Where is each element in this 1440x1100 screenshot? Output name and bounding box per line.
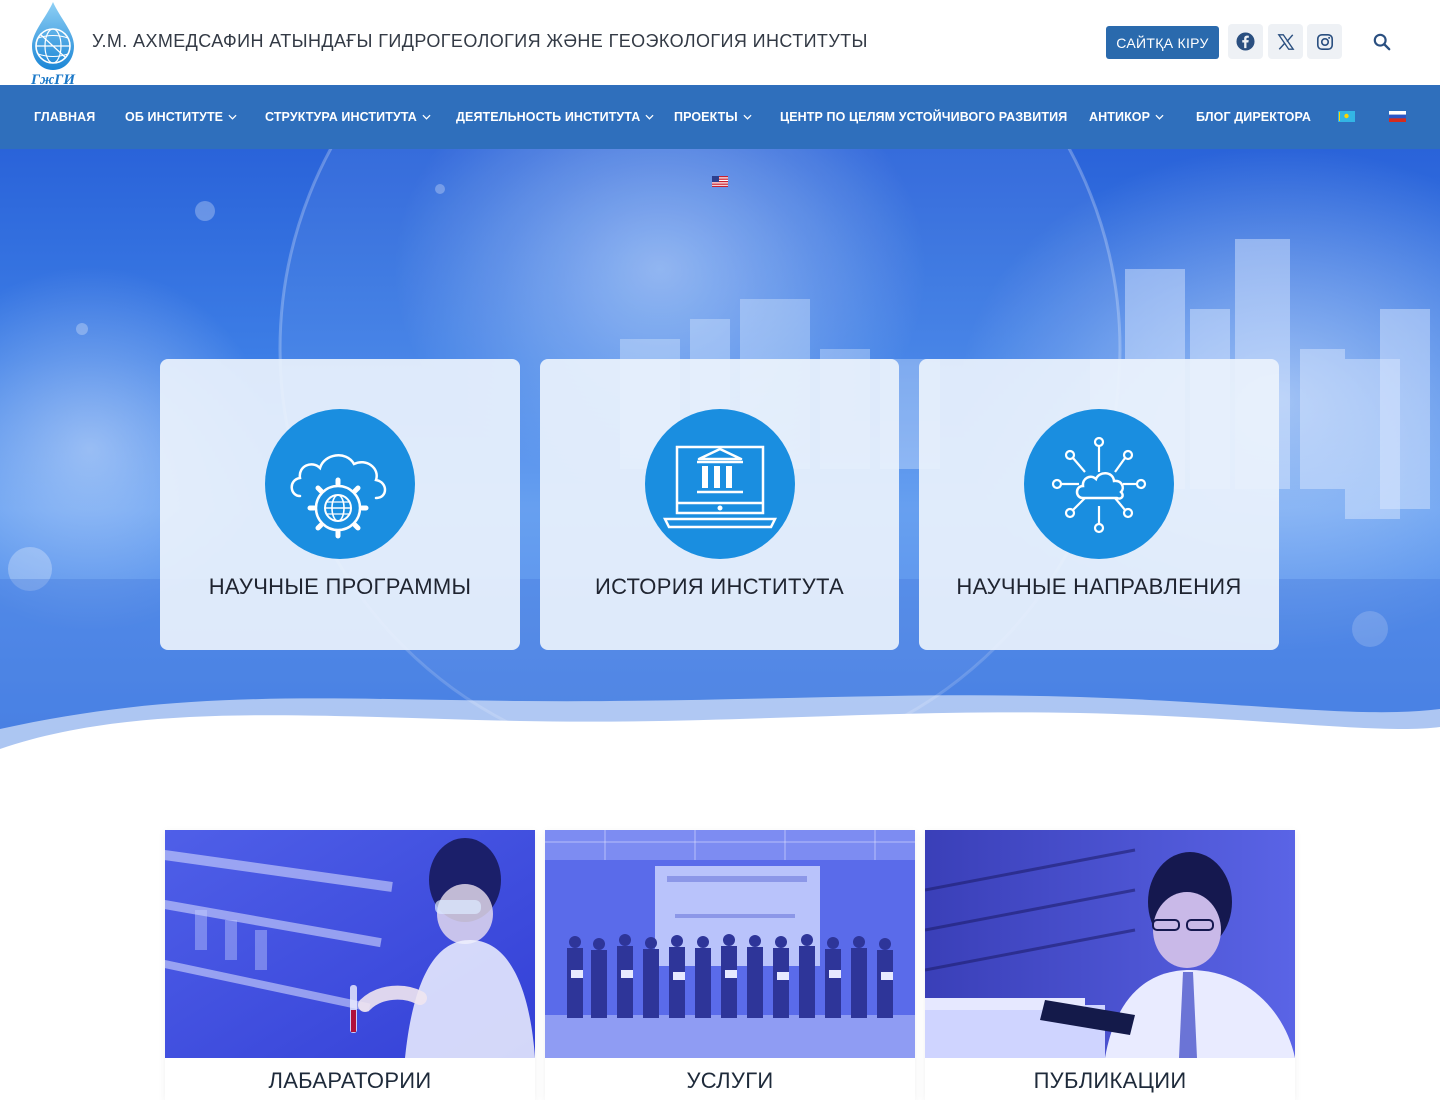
nav-item-label: ПРОЕКТЫ: [674, 110, 738, 124]
tile-label: УСЛУГИ: [686, 1068, 774, 1093]
nav-item-sdg-center[interactable]: ЦЕНТР ПО ЦЕЛЯМ УСТОЙЧИВОГО РАЗВИТИЯ: [780, 85, 1067, 149]
institution-monitor-icon: [662, 445, 777, 529]
nav-item-label: БЛОГ ДИРЕКТОРА: [1196, 110, 1311, 124]
scientific-programs-card[interactable]: НАУЧНЫЕ ПРОГРАММЫ: [160, 359, 520, 650]
institute-history-card[interactable]: ИСТОРИЯ ИНСТИТУТА: [540, 359, 899, 650]
chevron-down-icon: [645, 114, 654, 120]
us-flag-icon[interactable]: [712, 176, 728, 187]
nav-item-projects[interactable]: ПРОЕКТЫ: [674, 85, 752, 149]
laboratory-photo: [165, 830, 535, 1058]
card-label: НАУЧНЫЕ НАПРАВЛЕНИЯ: [956, 574, 1242, 599]
institution-monitor-icon-circle: [644, 409, 795, 559]
nav-item-structure[interactable]: СТРУКТУРА ИНСТИТУТА: [265, 85, 431, 149]
nav-item-label: СТРУКТУРА ИНСТИТУТА: [265, 110, 417, 124]
site-title[interactable]: У.М. АХМЕДСАФИН АТЫНДАҒЫ ГИДРОГЕОЛОГИЯ Ж…: [92, 31, 868, 52]
reading-photo: [925, 830, 1295, 1058]
facebook-button[interactable]: [1228, 24, 1263, 59]
nav-item-director-blog[interactable]: БЛОГ ДИРЕКТОРА: [1196, 85, 1311, 149]
facebook-icon: [1236, 32, 1255, 51]
nav-item-about[interactable]: ОБ ИНСТИТУТЕ: [125, 85, 237, 149]
ru-flag-icon[interactable]: [1389, 111, 1406, 122]
nav-item-anticor[interactable]: АНТИКОР: [1089, 85, 1164, 149]
tile-label: ПУБЛИКАЦИИ: [1033, 1068, 1187, 1093]
nav-item-label: АНТИКОР: [1089, 110, 1151, 124]
group-photo: [545, 830, 915, 1058]
chevron-down-icon: [1155, 114, 1164, 120]
laboratories-tile[interactable]: ЛАБАРАТОРИИ: [165, 830, 535, 1100]
nav-item-label: ОБ ИНСТИТУТЕ: [125, 110, 224, 124]
services-tile[interactable]: УСЛУГИ: [545, 830, 915, 1100]
nav-item-label: ГЛАВНАЯ: [34, 110, 96, 124]
kz-flag-icon[interactable]: [1338, 111, 1355, 122]
nav-item-label: ДЕЯТЕЛЬНОСТЬ ИНСТИТУТА: [456, 110, 641, 124]
instagram-button[interactable]: [1307, 24, 1342, 59]
instagram-icon: [1316, 33, 1333, 50]
logo-text: ГжГИ: [30, 72, 76, 86]
card-label: ИСТОРИЯ ИНСТИТУТА: [594, 574, 845, 599]
nav-item-home[interactable]: ГЛАВНАЯ: [34, 85, 95, 149]
cloud-gear-icon: [290, 454, 387, 539]
card-label: НАУЧНЫЕ ПРОГРАММЫ: [208, 574, 472, 599]
chevron-down-icon: [422, 114, 431, 120]
scientific-directions-card[interactable]: НАУЧНЫЕ НАПРАВЛЕНИЯ: [919, 359, 1279, 650]
hero-wave-divider: [0, 695, 1440, 749]
chevron-down-icon: [228, 114, 237, 120]
tile-label: ЛАБАРАТОРИИ: [268, 1068, 432, 1093]
hero-section: НАУЧНЫЕ ПРОГРАММЫ ИСТОРИЯ ИНСТИТУТА НАУЧ…: [0, 149, 1440, 749]
cloud-network-icon-circle: [1024, 409, 1174, 559]
cloud-gear-icon-circle: [265, 409, 415, 559]
site-header: ГжГИ У.М. АХМЕДСАФИН АТЫНДАҒЫ ГИДРОГЕОЛО…: [0, 0, 1440, 88]
main-navigation: ГЛАВНАЯ ОБ ИНСТИТУТЕ СТРУКТУРА ИНСТИТУТА…: [0, 85, 1440, 149]
cloud-network-icon: [1051, 436, 1147, 534]
publications-tile[interactable]: ПУБЛИКАЦИИ: [925, 830, 1295, 1100]
x-icon: [1277, 33, 1294, 50]
chevron-down-icon: [743, 114, 752, 120]
institute-logo[interactable]: ГжГИ: [26, 0, 80, 88]
search-button[interactable]: [1368, 28, 1396, 56]
x-button[interactable]: [1268, 24, 1303, 59]
nav-item-label: ЦЕНТР ПО ЦЕЛЯМ УСТОЙЧИВОГО РАЗВИТИЯ: [780, 110, 1068, 124]
login-button[interactable]: САЙТҚА КІРУ: [1106, 26, 1219, 59]
search-icon: [1373, 33, 1391, 51]
nav-item-activity[interactable]: ДЕЯТЕЛЬНОСТЬ ИНСТИТУТА: [456, 85, 654, 149]
